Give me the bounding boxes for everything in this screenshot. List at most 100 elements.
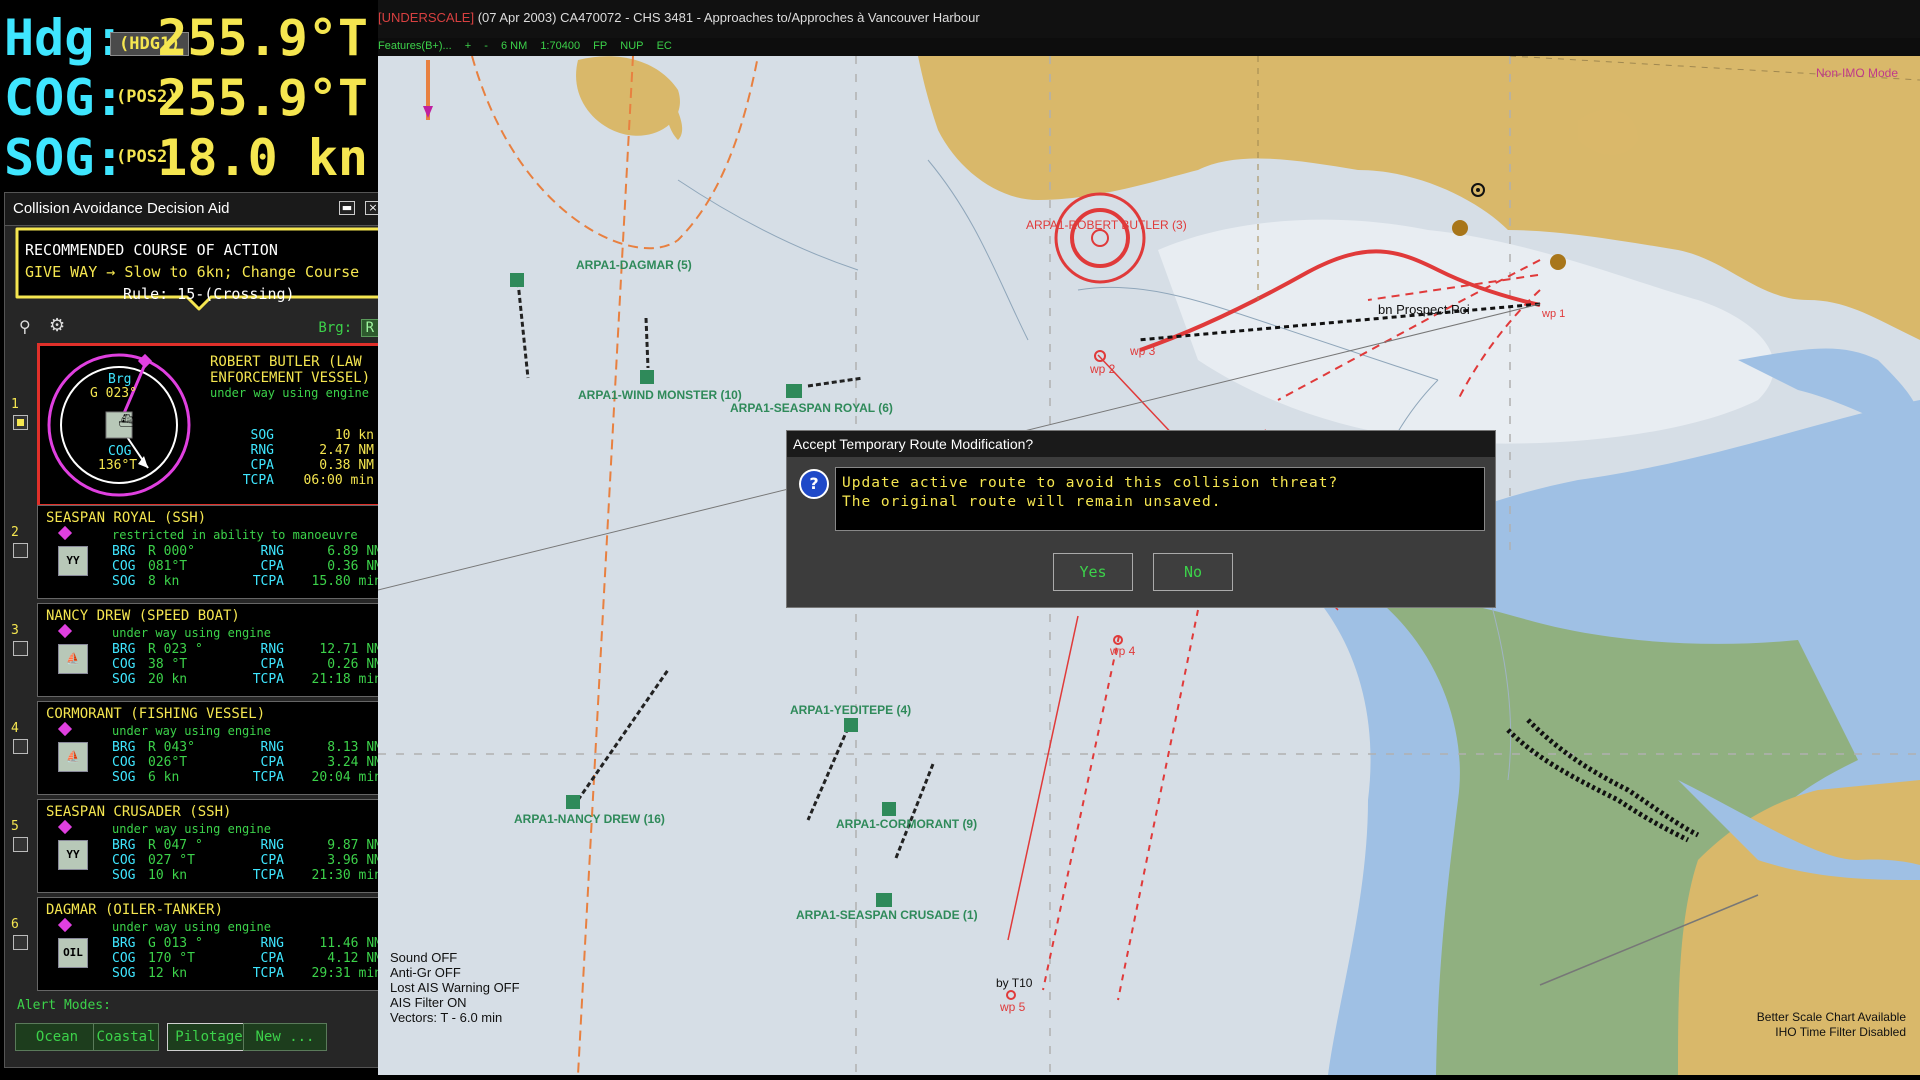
recommendation-action: GIVE WAY → Slow to 6kn; Change Course: [25, 263, 360, 281]
rng-label: RNG: [250, 443, 274, 458]
chart-title-text: (07 Apr 2003) CA470072 - CHS 3481 - Appr…: [474, 10, 980, 25]
cog-label: COG: [112, 853, 136, 868]
tcpa-value: 21:30 min: [311, 868, 382, 883]
chart-title-bar: [UNDERSCALE] (07 Apr 2003) CA470072 - CH…: [378, 0, 1920, 38]
target-label-dagmar[interactable]: ARPA1-DAGMAR (5): [576, 258, 692, 272]
target-name: SEASPAN ROYAL (SSH): [46, 510, 207, 526]
sog-label: SOG:: [4, 129, 125, 187]
cpa-value: 3.96 NM: [327, 853, 382, 868]
target-checkbox[interactable]: [13, 739, 28, 754]
target-card[interactable]: SEASPAN CRUSADER (SSH) under way using en…: [37, 799, 387, 893]
target-type-icon: ⛵: [58, 742, 88, 772]
bearing-marker-icon: [57, 819, 73, 835]
target-card[interactable]: CORMORANT (FISHING VESSEL) under way usin…: [37, 701, 387, 795]
tcpa-label: TCPA: [242, 473, 274, 488]
target-name: CORMORANT (FISHING VESSEL): [46, 706, 266, 722]
alert-modes-label: Alert Modes:: [17, 998, 111, 1013]
cpa-value: 3.24 NM: [327, 755, 382, 770]
gear-icon[interactable]: ⚙: [49, 315, 65, 336]
fp-toggle[interactable]: FP: [593, 40, 607, 52]
target-label-seaspan-crusade[interactable]: ARPA1-SEASPAN CRUSADE (1): [796, 908, 978, 922]
target-checkbox[interactable]: [13, 837, 28, 852]
target-label-seaspan-royal[interactable]: ARPA1-SEASPAN ROYAL (6): [730, 401, 893, 415]
mode-coastal-button[interactable]: Coastal: [93, 1023, 159, 1051]
sog-label: SOG: [112, 770, 136, 785]
target-type-icon: OIL: [58, 938, 88, 968]
tcpa-label: TCPA: [252, 770, 284, 785]
target-number: 2: [11, 525, 19, 540]
target-checkbox[interactable]: [13, 415, 28, 430]
dialog-message-line2: The original route will remain unsaved.: [842, 494, 1222, 510]
bearing-mode: Brg: R: [318, 319, 379, 337]
target-card[interactable]: SEASPAN ROYAL (SSH) restricted in ability…: [37, 505, 387, 599]
target-label-wind-monster[interactable]: ARPA1-WIND MONSTER (10): [578, 388, 742, 402]
broom-icon[interactable]: ⚲: [19, 317, 31, 336]
target-label-yeditepe[interactable]: ARPA1-YEDITEPE (4): [790, 703, 911, 717]
dial-cog-value: 136°T: [98, 458, 138, 473]
dialog-title-bar: Accept Temporary Route Modification?: [787, 431, 1495, 457]
mode-new-button[interactable]: New ...: [243, 1023, 327, 1051]
rng-value: 9.87 NM: [327, 838, 382, 853]
bearing-marker-icon: [57, 917, 73, 933]
target-status: restricted in ability to manoeuvre: [112, 528, 358, 542]
tcpa-value: 29:31 min: [311, 966, 382, 981]
tcpa-label: TCPA: [252, 966, 284, 981]
target-checkbox[interactable]: [13, 543, 28, 558]
cpa-label: CPA: [250, 458, 274, 473]
yes-button[interactable]: Yes: [1053, 553, 1133, 591]
target-number: 4: [11, 721, 19, 736]
features-menu[interactable]: Features(B+)...: [378, 40, 452, 52]
heading-row: Hdg: (HDG1) 255.9°T: [4, 8, 372, 68]
target-label-cormorant[interactable]: ARPA1-CORMORANT (9): [836, 817, 977, 831]
mode-ocean-button[interactable]: Ocean: [15, 1023, 99, 1051]
sog-value: 12 kn: [148, 966, 188, 981]
target-checkbox[interactable]: [13, 641, 28, 656]
orientation-toggle[interactable]: NUP: [620, 40, 643, 52]
target-data: BRG G 013 ° RNG 11.46 NM COG 170 °T CPA 4.12 NM…: [112, 936, 382, 981]
no-button[interactable]: No: [1153, 553, 1233, 591]
target-label-robert-butler[interactable]: ARPA1-ROBERT BUTLER (3): [1026, 218, 1187, 232]
target-data: BRG R 043° RNG 8.13 NM COG 026°T CPA 3.24 NM SOG…: [112, 740, 382, 785]
display-mode-toggle[interactable]: EC: [657, 40, 672, 52]
sog-value: 6 kn: [148, 770, 180, 785]
tcpa-label: TCPA: [252, 574, 284, 589]
cpa-label: CPA: [260, 951, 284, 966]
better-scale-notice: Better Scale Chart Available: [1756, 1010, 1906, 1024]
heading-label: Hdg:: [4, 9, 125, 67]
bearing-marker-icon: [57, 525, 73, 541]
tcpa-value: 21:18 min: [311, 672, 382, 687]
selected-target-status: under way using engine: [210, 386, 369, 400]
buoy-label-t10: by T10: [996, 976, 1033, 990]
mode-pilotage-button[interactable]: Pilotage: [167, 1023, 251, 1051]
dialog-title: Accept Temporary Route Modification?: [793, 436, 1034, 452]
zoom-out-button[interactable]: -: [484, 40, 488, 52]
target-type-icon: YY: [58, 840, 88, 870]
target-data: BRG R 000° RNG 6.89 NM COG 081°T CPA 0.36 NM SOG…: [112, 544, 382, 589]
target-status: under way using engine: [112, 822, 271, 836]
cpa-label: CPA: [260, 657, 284, 672]
target-label-nancy-drew[interactable]: ARPA1-NANCY DREW (16): [514, 812, 665, 826]
sog-label: SOG: [112, 966, 136, 981]
zoom-in-button[interactable]: +: [465, 40, 471, 52]
minimize-button[interactable]: ▬: [339, 201, 355, 215]
target-card[interactable]: DAGMAR (OILER-TANKER) under way using eng…: [37, 897, 387, 991]
vessel-icon: ⛴: [118, 414, 135, 429]
target-card[interactable]: NANCY DREW (SPEED BOAT) under way using e…: [37, 603, 387, 697]
brg-label: BRG: [112, 544, 136, 559]
cog-value: 170 °T: [148, 951, 195, 966]
bearing-mode-toggle[interactable]: R: [360, 319, 379, 337]
rng-value: 12.71 NM: [319, 642, 382, 657]
heading-readout-panel: Hdg: (HDG1) 255.9°T COG: (POS2) 255.9°T …: [0, 0, 372, 190]
cog-value: 38 °T: [148, 657, 188, 672]
target-checkbox[interactable]: [13, 935, 28, 950]
dial-cog-label: COG: [108, 444, 132, 459]
target-status: under way using engine: [112, 724, 271, 738]
brg-label: BRG: [112, 936, 136, 951]
selected-target-card[interactable]: Brg G 023° COG 136°T ⛴ ROBERT BUTLER (LA…: [37, 343, 391, 507]
panel-toolbar: ⚲ ⚙ Brg: R: [13, 315, 385, 341]
waypoint-label-wp2: wp 2: [1090, 362, 1116, 376]
target-number: 3: [11, 623, 19, 638]
sog-value: 10 kn: [334, 428, 374, 443]
sog-label: SOG: [112, 672, 136, 687]
brg-label: BRG: [112, 642, 136, 657]
